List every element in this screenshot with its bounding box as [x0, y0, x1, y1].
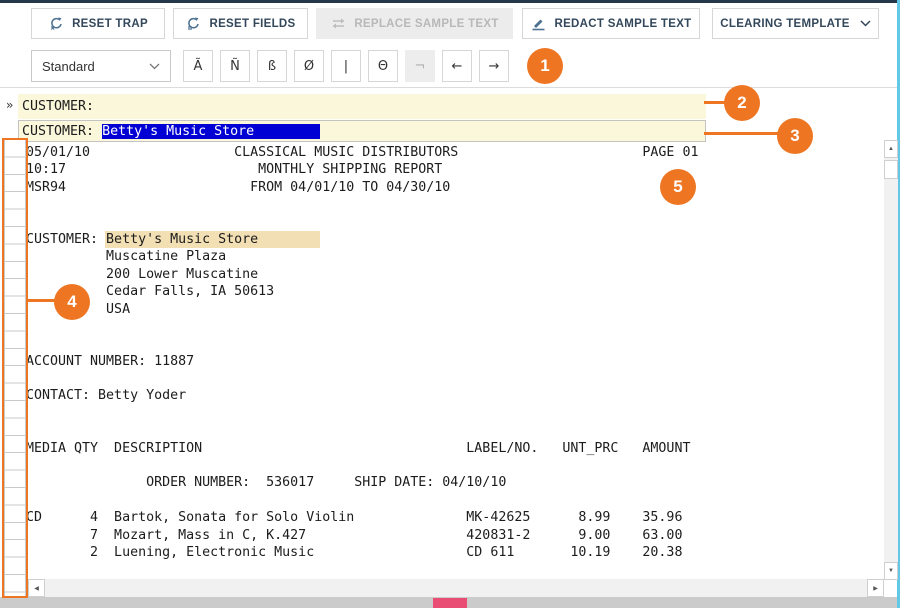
window-top-border	[0, 0, 900, 3]
report-line: MSR94 FROM 04/01/10 TO 04/30/10	[26, 179, 866, 196]
report-line	[26, 457, 866, 474]
report-line	[26, 422, 866, 439]
replace-sample-text-button: REPLACE SAMPLE TEXT	[316, 8, 513, 39]
report-line	[26, 370, 866, 387]
callout-1: 1	[527, 48, 563, 84]
style-dropdown-value: Standard	[42, 59, 95, 74]
reset-trap-button[interactable]: RESET TRAP	[31, 8, 165, 39]
char-button-theta[interactable]: Θ	[368, 50, 398, 82]
chevron-down-icon	[860, 20, 871, 27]
report-line: 10:17 MONTHLY SHIPPING REPORT	[26, 161, 866, 178]
horizontal-scrollbar[interactable]: ◀ ▶	[28, 579, 884, 597]
scroll-left-button[interactable]: ◀	[28, 579, 45, 597]
report-line	[26, 405, 866, 422]
toolbar-separator	[0, 87, 897, 88]
report-line: MEDIA QTY DESCRIPTION LABEL/NO. UNT_PRC …	[26, 440, 866, 457]
current-row-marker: »	[6, 98, 13, 112]
report-line: CD 4 Bartok, Sonata for Solo Violin MK-4…	[26, 509, 866, 526]
callout-3-connector	[704, 132, 781, 135]
row-gutter[interactable]	[2, 138, 28, 598]
swap-arrows-icon	[330, 16, 346, 32]
char-button-o-slash[interactable]: Ø	[294, 50, 324, 82]
bottom-notch	[433, 598, 467, 608]
move-left-button[interactable]: ←	[442, 50, 472, 82]
callout-5: 5	[660, 169, 696, 205]
report-text: 05/01/10 CLASSICAL MUSIC DISTRIBUTORS PA…	[26, 144, 866, 561]
char-button-a-tilde[interactable]: Ã	[183, 50, 213, 82]
report-line: 05/01/10 CLASSICAL MUSIC DISTRIBUTORS PA…	[26, 144, 866, 161]
scroll-up-button[interactable]: ▲	[884, 140, 898, 158]
move-right-button[interactable]: →	[479, 50, 509, 82]
replace-sample-text-label: REPLACE SAMPLE TEXT	[354, 18, 498, 30]
reset-fields-button[interactable]: RESET FIELDS	[173, 8, 308, 39]
report-line: 7 Mozart, Mass in C, K.427 420831-2 9.00…	[26, 527, 866, 544]
vertical-scrollbar[interactable]: ▲ ▼	[884, 140, 898, 580]
char-button-eszett[interactable]: ß	[257, 50, 287, 82]
callout-3: 3	[777, 118, 813, 154]
report-line: ORDER NUMBER: 536017 SHIP DATE: 04/10/10	[26, 474, 866, 491]
trap-sample-label: CUSTOMER:	[22, 124, 102, 139]
callout-2: 2	[724, 85, 760, 121]
redact-pen-icon	[530, 16, 546, 32]
report-line	[26, 318, 866, 335]
report-line: 2 Luening, Electronic Music CD 611 10.19…	[26, 544, 866, 561]
style-dropdown[interactable]: Standard	[31, 50, 171, 82]
callout-4: 4	[54, 284, 90, 320]
left-arrow-icon: ◀	[34, 585, 39, 592]
right-arrow-icon: ▶	[873, 585, 878, 592]
template-editor-window: RESET TRAP RESET FIELDS REPLACE SAMPLE T…	[0, 0, 900, 608]
char-button-n-tilde[interactable]: Ñ	[220, 50, 250, 82]
callout-4-connector	[26, 299, 57, 302]
reset-fields-label: RESET FIELDS	[209, 18, 295, 30]
undo-reset-icon	[48, 16, 64, 32]
report-line: Cedar Falls, IA 50613	[26, 283, 866, 300]
trap-line-sample[interactable]: CUSTOMER: Betty's Music Store	[18, 120, 706, 142]
trap-line-template[interactable]: CUSTOMER:	[18, 94, 706, 119]
report-line	[26, 492, 866, 509]
report-line	[26, 196, 866, 213]
report-line	[26, 214, 866, 231]
gutter-cells[interactable]	[4, 140, 26, 596]
trap-line-label: CUSTOMER:	[22, 99, 94, 114]
report-line: CONTACT: Betty Yoder	[26, 387, 866, 404]
report-line: USA	[26, 301, 866, 318]
scroll-down-button[interactable]: ▼	[884, 562, 898, 580]
report-line: CUSTOMER: Betty's Music Store	[26, 231, 866, 248]
report-line: Muscatine Plaza	[26, 248, 866, 265]
redact-sample-text-button[interactable]: REDACT SAMPLE TEXT	[522, 8, 700, 39]
report-line: ACCOUNT NUMBER: 11887	[26, 353, 866, 370]
undo-reset-icon	[185, 16, 201, 32]
vertical-scroll-thumb[interactable]	[884, 160, 898, 179]
report-line	[26, 335, 866, 352]
trap-sample-selected-value: Betty's Music Store	[102, 124, 320, 139]
redact-sample-text-label: REDACT SAMPLE TEXT	[554, 18, 691, 30]
down-arrow-icon: ▼	[888, 568, 894, 574]
char-button-pipe[interactable]: |	[331, 50, 361, 82]
report-line: 200 Lower Muscatine	[26, 266, 866, 283]
clearing-template-button[interactable]: CLEARING TEMPLATE	[712, 8, 879, 39]
up-arrow-icon: ▲	[888, 146, 894, 152]
reset-trap-label: RESET TRAP	[72, 18, 148, 30]
char-button-not-sign: ¬	[405, 50, 435, 82]
chevron-down-icon	[149, 63, 160, 70]
scroll-right-button[interactable]: ▶	[867, 579, 884, 597]
clearing-template-label: CLEARING TEMPLATE	[720, 18, 849, 30]
